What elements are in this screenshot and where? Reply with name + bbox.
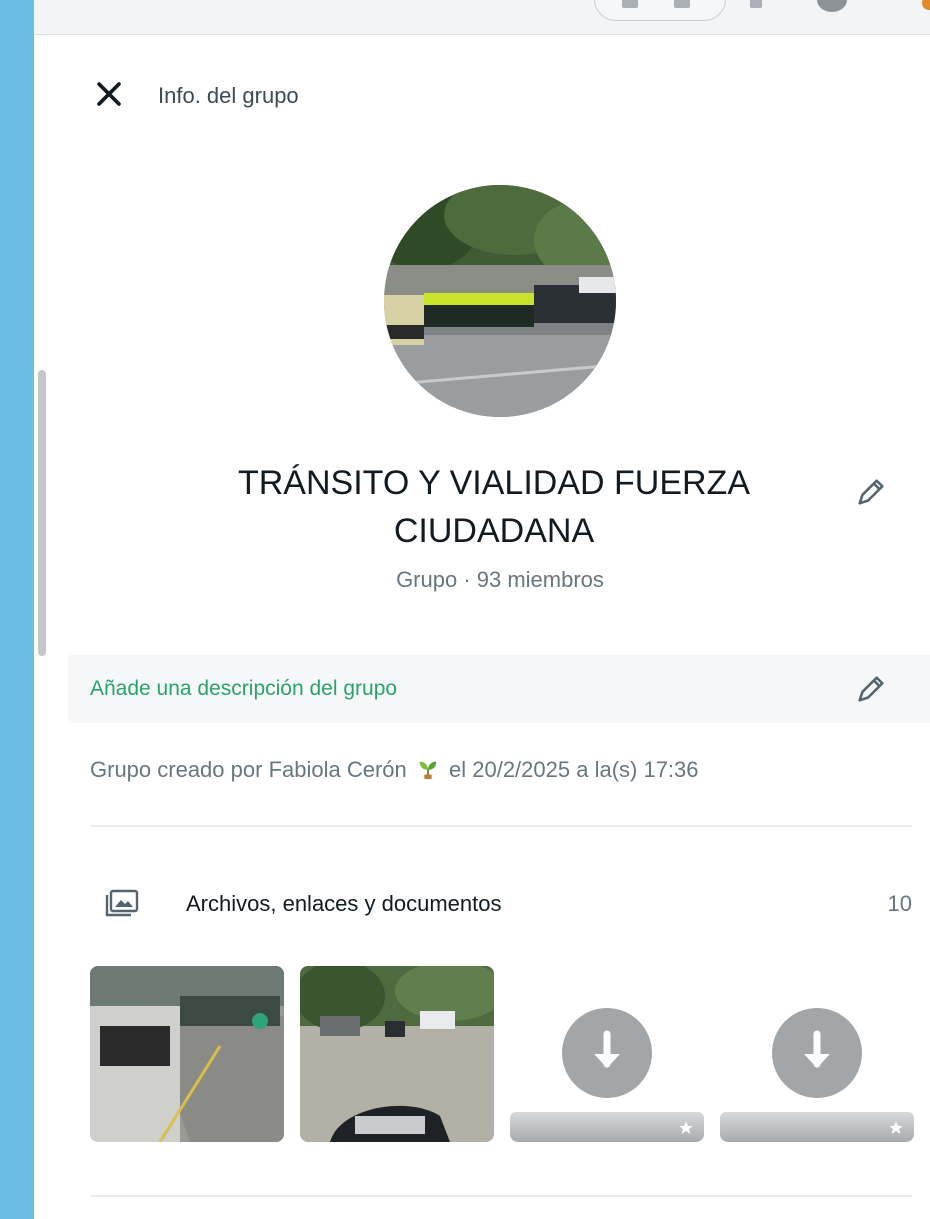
divider xyxy=(90,1195,912,1197)
group-name: TRÁNSITO Y VIALIDAD FUERZA CIUDADANA xyxy=(237,464,750,550)
parking-photo xyxy=(300,966,494,1142)
media-thumb-street[interactable] xyxy=(90,966,284,1142)
star-icon xyxy=(889,1121,903,1134)
panel-title: Info. del grupo xyxy=(158,83,299,108)
group-member-count: Grupo · 93 miembros xyxy=(396,567,604,592)
created-date: el 20/2/2025 a la(s) 17:36 xyxy=(449,757,699,782)
group-photo-image xyxy=(384,185,616,417)
folder-image-icon xyxy=(105,889,139,917)
group-info-panel: Info. del grupo TRÁNSITO Y VIALIDAD FUER… xyxy=(34,35,930,1219)
scrollbar-thumb[interactable] xyxy=(38,370,46,656)
created-prefix: Grupo creado por xyxy=(90,757,263,782)
files-label: Archivos, enlaces y documentos xyxy=(186,891,502,916)
files-links-docs-row[interactable]: Archivos, enlaces y documentos 10 xyxy=(90,881,912,929)
files-count: 10 xyxy=(887,891,912,916)
plant-emoji-icon xyxy=(419,761,437,780)
bookmark-icon[interactable] xyxy=(674,0,690,8)
group-photo[interactable] xyxy=(384,185,616,417)
scrollbar[interactable] xyxy=(34,320,46,660)
add-description-link[interactable]: Añade una descripción del grupo xyxy=(90,677,397,701)
download-icon[interactable] xyxy=(772,1008,862,1098)
media-thumb-parking[interactable] xyxy=(300,966,494,1142)
divider xyxy=(90,825,912,827)
toolbar-icon[interactable] xyxy=(622,0,638,8)
group-created-info: Grupo creado por Fabiola Cerón el 20/2/2… xyxy=(90,757,699,783)
media-thumb-download-2[interactable] xyxy=(720,966,914,1142)
creator-name: Fabiola Cerón xyxy=(268,757,407,782)
thumb-footer-bar xyxy=(720,1112,914,1142)
star-icon xyxy=(679,1121,693,1134)
notification-dot-icon xyxy=(922,0,930,10)
street-photo xyxy=(90,966,284,1142)
extension-icon[interactable] xyxy=(750,0,762,8)
thumb-footer-bar xyxy=(510,1112,704,1142)
pencil-icon[interactable] xyxy=(854,672,888,706)
close-icon[interactable] xyxy=(92,77,126,111)
pencil-icon[interactable] xyxy=(854,475,888,509)
panel-header: Info. del grupo xyxy=(34,75,930,115)
profile-avatar-icon[interactable] xyxy=(817,0,847,12)
media-thumb-download-1[interactable] xyxy=(510,966,704,1142)
toolbar-tab-shape xyxy=(594,0,726,21)
download-icon[interactable] xyxy=(562,1008,652,1098)
media-thumbnails xyxy=(90,966,920,1142)
browser-toolbar xyxy=(34,0,930,35)
description-row[interactable]: Añade una descripción del grupo xyxy=(68,655,930,723)
